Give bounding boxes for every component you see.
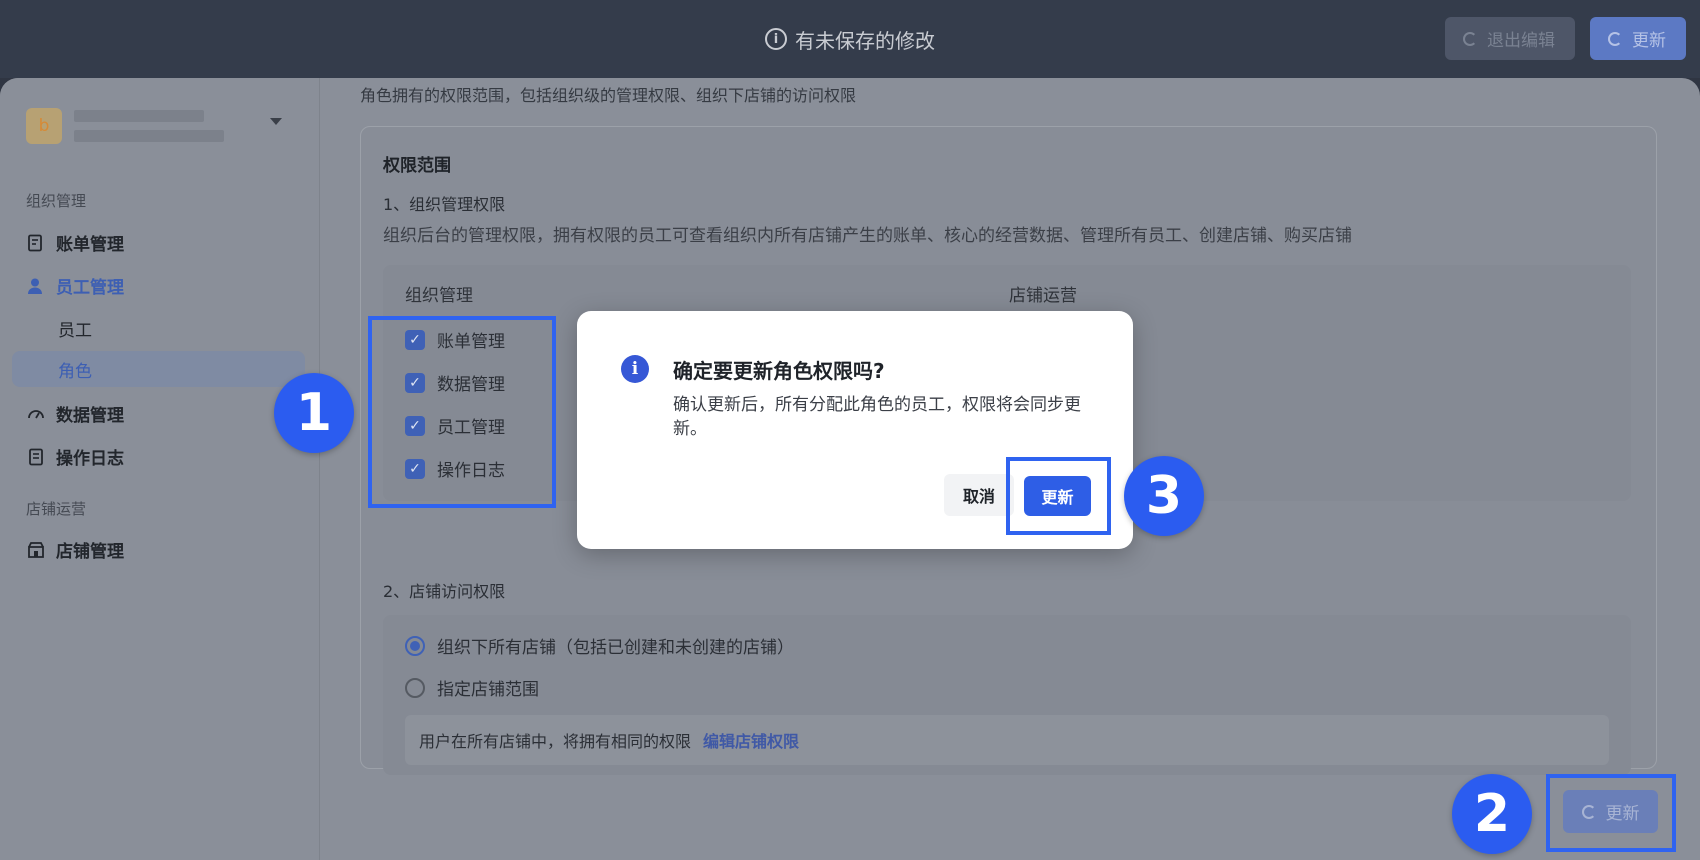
sidebar-item-store-label: 店铺管理 bbox=[56, 542, 124, 562]
sidebar-item-bill-label: 账单管理 bbox=[56, 235, 124, 255]
column-store-header: 店铺运营 bbox=[1009, 286, 1077, 306]
section-store-label: 店铺运营 bbox=[26, 500, 87, 518]
loading-icon bbox=[1608, 31, 1622, 46]
exit-edit-button[interactable]: 退出编辑 bbox=[1445, 17, 1575, 60]
info-icon: i bbox=[765, 28, 787, 50]
top-bar: i 有未保存的修改 退出编辑 更新 bbox=[0, 0, 1700, 78]
edit-store-permission-link[interactable]: 编辑店铺权限 bbox=[703, 728, 799, 752]
step-badge-2: 2 bbox=[1452, 774, 1532, 854]
dialog-title: 确定要更新角色权限吗? bbox=[673, 359, 885, 383]
dialog-message: 确认更新后，所有分配此角色的员工，权限将会同步更新。 bbox=[673, 395, 1081, 439]
role-scope-description: 角色拥有的权限范围，包括组织级的管理权限、组织下店铺的访问权限 bbox=[360, 86, 857, 105]
column-org-header: 组织管理 bbox=[405, 286, 473, 306]
top-update-label: 更新 bbox=[1632, 31, 1666, 51]
sidebar-item-log[interactable]: 操作日志 bbox=[26, 444, 124, 469]
log-icon bbox=[26, 447, 46, 467]
radio-selected-icon bbox=[405, 635, 425, 656]
sidebar-item-bill[interactable]: 账单管理 bbox=[26, 230, 124, 255]
store-permission-hint: 用户在所有店铺中，将拥有相同的权限 编辑店铺权限 bbox=[405, 715, 1609, 765]
org-logo: b bbox=[26, 108, 62, 144]
bill-icon bbox=[26, 233, 46, 253]
radio-specific-stores[interactable]: 指定店铺范围 bbox=[405, 675, 539, 700]
sidebar-subitem-role[interactable]: 角色 bbox=[12, 351, 305, 387]
user-icon bbox=[26, 276, 46, 296]
sidebar-subitem-staff[interactable]: 员工 bbox=[58, 316, 92, 341]
highlight-box-bottom-update bbox=[1546, 774, 1676, 852]
chevron-down-icon bbox=[270, 118, 282, 125]
store-access-options: 组织下所有店铺（包括已创建和未创建的店铺） 指定店铺范围 用户在所有店铺中，将拥… bbox=[383, 615, 1631, 775]
gauge-icon bbox=[26, 404, 46, 424]
store-icon bbox=[26, 540, 46, 560]
step-badge-1: 1 bbox=[274, 373, 354, 453]
sidebar-item-data-label: 数据管理 bbox=[56, 406, 124, 426]
hint-text: 用户在所有店铺中，将拥有相同的权限 bbox=[419, 732, 692, 751]
sidebar-item-log-label: 操作日志 bbox=[56, 449, 124, 469]
info-icon: i bbox=[621, 355, 649, 383]
unsaved-notice: i 有未保存的修改 bbox=[765, 25, 935, 54]
sidebar: b 组织管理 账单管理 员工管理 员工 角色 数据管理 操作日志 店铺运营 店铺… bbox=[0, 78, 320, 860]
panel-title: 权限范围 bbox=[383, 156, 451, 176]
top-update-button[interactable]: 更新 bbox=[1590, 17, 1686, 60]
sidebar-item-staff-label: 员工管理 bbox=[56, 278, 124, 298]
org-name-redacted bbox=[74, 110, 224, 142]
sidebar-item-data[interactable]: 数据管理 bbox=[26, 401, 124, 426]
highlight-box-checkboxes bbox=[368, 316, 556, 508]
unsaved-notice-text: 有未保存的修改 bbox=[795, 28, 935, 53]
sidebar-item-store[interactable]: 店铺管理 bbox=[26, 537, 124, 562]
org-permission-description: 组织后台的管理权限，拥有权限的员工可查看组织内所有店铺产生的账单、核心的经营数据… bbox=[383, 226, 1352, 246]
section-org-label: 组织管理 bbox=[26, 192, 87, 210]
highlight-box-dialog-confirm bbox=[1006, 457, 1111, 535]
radio-all-stores[interactable]: 组织下所有店铺（包括已创建和未创建的店铺） bbox=[405, 633, 794, 658]
org-permission-heading: 1、组织管理权限 bbox=[383, 195, 506, 214]
loading-icon bbox=[1463, 31, 1477, 46]
exit-edit-label: 退出编辑 bbox=[1487, 31, 1555, 51]
step-badge-3: 3 bbox=[1124, 456, 1204, 536]
sidebar-item-staff[interactable]: 员工管理 bbox=[26, 273, 124, 298]
dialog-cancel-button[interactable]: 取消 bbox=[944, 474, 1014, 516]
radio-specific-stores-label: 指定店铺范围 bbox=[437, 680, 539, 700]
org-switcher[interactable]: b bbox=[26, 100, 296, 152]
radio-unselected-icon bbox=[405, 677, 425, 698]
radio-all-stores-label: 组织下所有店铺（包括已创建和未创建的店铺） bbox=[437, 638, 794, 658]
store-permission-heading: 2、店铺访问权限 bbox=[383, 582, 506, 601]
